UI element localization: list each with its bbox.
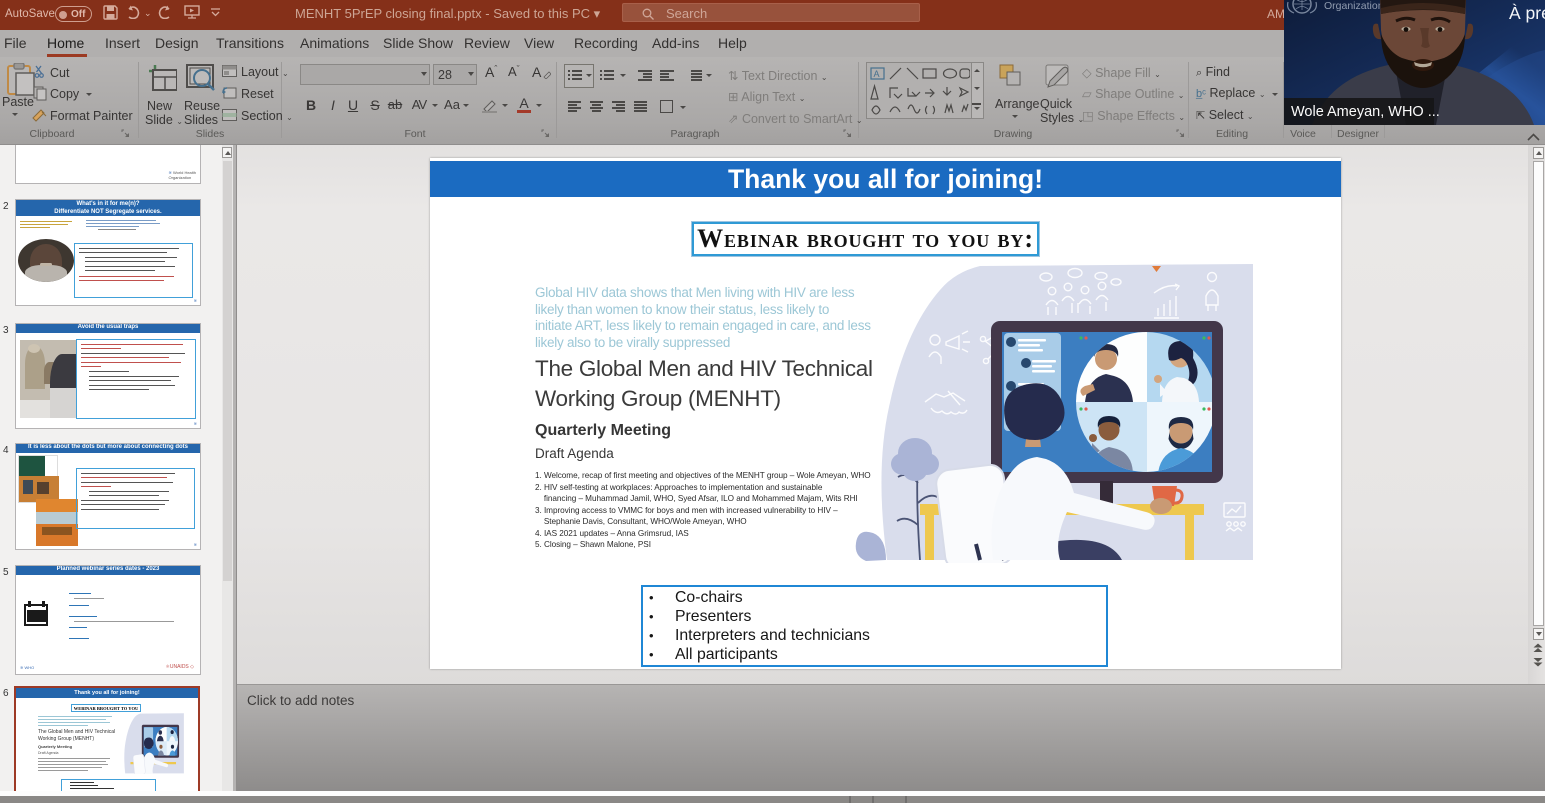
svg-text:Wole Ameyan, WHO ...: Wole Ameyan, WHO ... (1291, 104, 1440, 120)
svg-text:À pre: À pre (1509, 3, 1545, 23)
svg-text:A: A (874, 69, 880, 79)
svg-text:Organization: Organization (1324, 0, 1384, 12)
